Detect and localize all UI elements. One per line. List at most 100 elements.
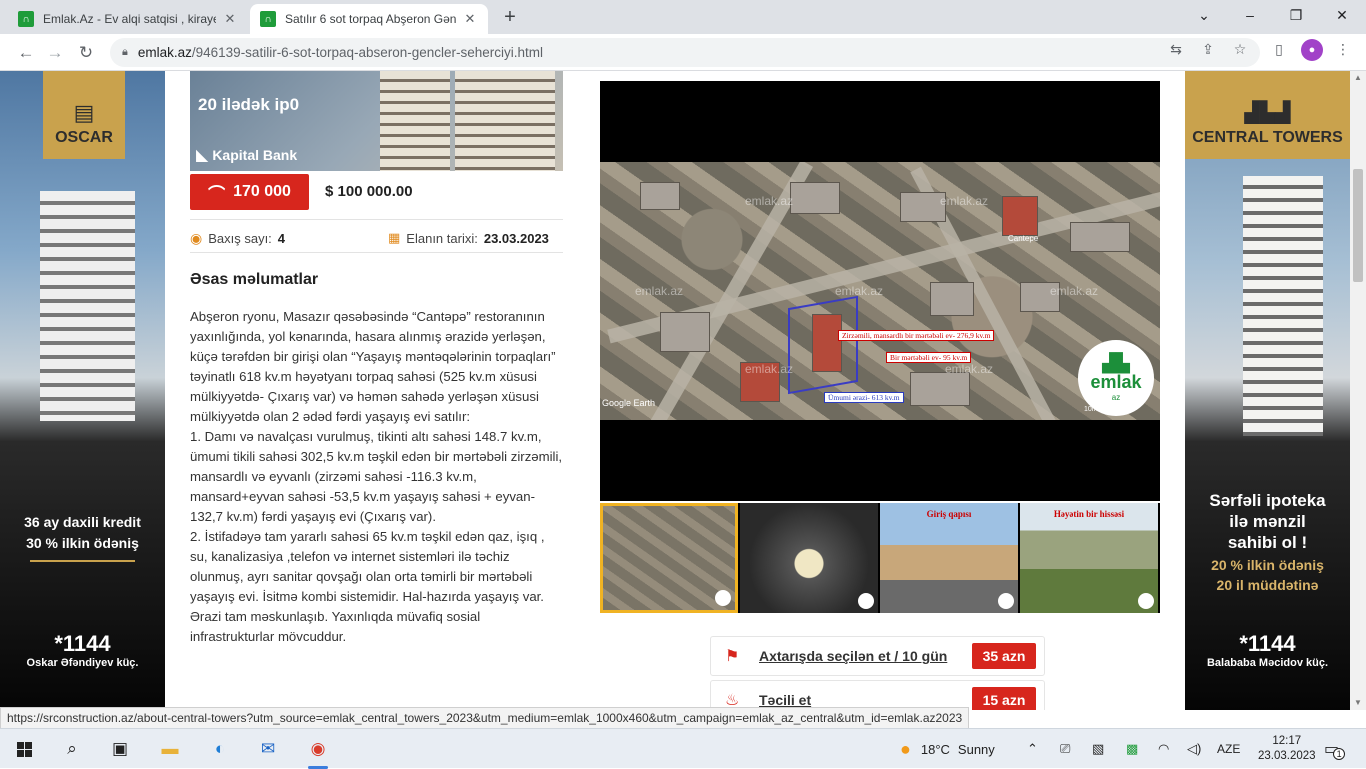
wifi-icon[interactable]: ◠: [1158, 729, 1169, 769]
banner-building: [455, 71, 555, 171]
right-ad-banner[interactable]: ▟▙▟ CENTRAL TOWERS Sərfəli ipoteka ilə m…: [1185, 71, 1350, 710]
share-icon[interactable]: ⇪: [1198, 39, 1218, 59]
promo-featured-price[interactable]: 35 azn: [972, 643, 1036, 669]
weather-temp: 18°C: [920, 741, 950, 757]
clock-date: 23.03.2023: [1258, 750, 1316, 762]
kapital-bank-banner[interactable]: 20 ilədək ip0 ◣ Kapital Bank: [190, 71, 563, 171]
emlak-logo: ▟▙ emlak az: [1078, 340, 1154, 416]
promo-urgent-row[interactable]: ♨ Təcili et 15 azn: [710, 680, 1045, 710]
security-icon[interactable]: ▩: [1126, 729, 1138, 769]
watermark: emlak.az: [940, 194, 989, 208]
clock[interactable]: 12:17 23.03.2023: [1258, 729, 1316, 769]
azn-currency-icon: ⌒: [208, 184, 226, 204]
tab-title: Emlak.Az - Ev alqi satqisi , kiraye: [43, 12, 216, 26]
tab-emlak-home[interactable]: ∩ Emlak.Az - Ev alqi satqisi , kiraye ✕: [8, 4, 248, 34]
photo-roof: [1070, 222, 1130, 252]
description-paragraph: 2. İstifadəyə tam yararlı sahəsi 65 kv.m…: [190, 529, 545, 604]
photo-annotation: Ümumi ərazi- 613 kv.m: [824, 392, 904, 403]
price-azn: 170 000: [233, 183, 291, 200]
banner-headline: 20 ilədək ip0: [198, 95, 300, 114]
left-ad-banner[interactable]: ▤ OSCAR 36 ay daxili kredit 30 % ilkin ö…: [0, 71, 165, 710]
promo-urgent-link[interactable]: Təcili et: [759, 692, 972, 708]
description-paragraph: Abşeron ryonu, Masazır qəsəbəsində “Cant…: [190, 309, 556, 424]
ad-text-line: sahibi ol !: [1227, 533, 1308, 552]
emlak-mini-logo-icon: [858, 593, 874, 609]
bookmark-star-icon[interactable]: ☆: [1230, 39, 1250, 59]
bank-logo-icon: ◣: [196, 147, 209, 164]
listing-description: Abşeron ryonu, Masazır qəsəbəsində “Cant…: [190, 307, 565, 647]
thumbnail-aerial[interactable]: [600, 503, 738, 613]
thumbnail-strip: Giriş qapısı Həyətin bir hissəsi: [600, 503, 1160, 613]
main-photo[interactable]: Zirzəmili, mansardlı bir mərtəbəli ev- 2…: [600, 162, 1160, 420]
back-arrow-icon[interactable]: ←: [13, 40, 39, 66]
edge-browser-icon[interactable]: ◐: [196, 729, 244, 769]
language-indicator[interactable]: AZE: [1217, 729, 1240, 769]
watermark: emlak.az: [745, 194, 794, 208]
emlak-logo-text: emlak: [1090, 372, 1142, 392]
new-tab-button[interactable]: +: [498, 6, 522, 30]
meet-now-icon[interactable]: ⎚: [1060, 729, 1070, 769]
google-earth-label: Google Earth: [602, 398, 656, 408]
emlak-logo-sub: az: [1111, 393, 1121, 402]
windows-start-icon[interactable]: [0, 729, 48, 769]
thumbnail-yard[interactable]: Həyətin bir hissəsi: [1020, 503, 1158, 613]
central-towers-logo: ▟▙▟ CENTRAL TOWERS: [1185, 71, 1350, 159]
place-label: Cantepe: [1008, 234, 1039, 243]
photo-roof: [930, 282, 974, 316]
page-scrollbar[interactable]: ▲ ▼: [1350, 71, 1366, 710]
price-azn-badge[interactable]: ⌒ 170 000: [190, 174, 309, 210]
url-path: /946139-satilir-6-sot-torpaq-abseron-gen…: [191, 45, 544, 60]
scrollbar-thumb[interactable]: [1353, 169, 1363, 282]
reload-icon[interactable]: ↻: [73, 40, 99, 66]
task-view-icon[interactable]: ▣: [96, 729, 144, 769]
promo-featured-link[interactable]: Axtarışda seçilən et / 10 gün: [759, 648, 972, 664]
photo-roof: [640, 182, 680, 210]
forward-arrow-icon[interactable]: →: [42, 40, 68, 66]
address-bar[interactable]: 🔒︎ emlak.az/946139-satilir-6-sot-torpaq-…: [110, 38, 1260, 67]
flag-icon: ⚑: [725, 648, 740, 665]
scroll-down-icon[interactable]: ▼: [1354, 698, 1362, 707]
ad-brand: CENTRAL TOWERS: [1192, 129, 1343, 146]
tray-overflow-icon[interactable]: ⌃: [1027, 729, 1038, 769]
menu-kebab-icon[interactable]: ⋮: [1333, 39, 1353, 59]
tower-image: [1243, 176, 1323, 436]
chrome-icon[interactable]: ◉: [294, 729, 342, 769]
date-value: 23.03.2023: [483, 230, 549, 246]
maximize-button[interactable]: ❐: [1273, 0, 1319, 30]
search-icon[interactable]: ⌕: [48, 729, 96, 769]
photo-roof: [790, 182, 840, 214]
scroll-up-icon[interactable]: ▲: [1354, 73, 1362, 82]
url-host: emlak.az: [137, 45, 192, 60]
close-tab-icon[interactable]: ✕: [222, 11, 238, 27]
thumbnail-entrance[interactable]: Giriş qapısı: [880, 503, 1018, 613]
tab-listing[interactable]: ∩ Satılır 6 sot torpaq Abşeron Gənc ✕: [250, 4, 488, 34]
side-panel-icon[interactable]: ▯: [1269, 39, 1289, 59]
bank-name: Kapital Bank: [212, 147, 298, 163]
emlak-mini-logo-icon: [998, 593, 1014, 609]
profile-avatar[interactable]: ●: [1301, 39, 1323, 61]
capture-icon[interactable]: ▧: [1092, 729, 1104, 769]
promo-featured-row[interactable]: ⚑ Axtarışda seçilən et / 10 gün 35 azn: [710, 636, 1045, 676]
sun-icon: ●: [900, 738, 911, 759]
views-value: 4: [277, 231, 286, 246]
emlak-building-icon: ▟▙: [1102, 353, 1130, 373]
watermark: emlak.az: [835, 284, 884, 298]
volume-icon[interactable]: ◁): [1187, 729, 1201, 769]
tab-title: Satılır 6 sot torpaq Abşeron Gənc: [285, 12, 456, 26]
ad-text-line: 30 % ilkin ödəniş: [26, 535, 139, 551]
close-window-button[interactable]: ✕: [1319, 0, 1365, 30]
mail-icon[interactable]: ✉: [244, 729, 292, 769]
translate-icon[interactable]: ⇆: [1166, 39, 1186, 59]
file-explorer-icon[interactable]: ▬: [146, 729, 194, 769]
promo-urgent-price[interactable]: 15 azn: [972, 687, 1036, 710]
notification-center[interactable]: ▭ 1: [1324, 729, 1346, 769]
close-tab-icon[interactable]: ✕: [462, 11, 478, 27]
minimize-button[interactable]: –: [1227, 0, 1273, 30]
building-logo-icon: ▤: [73, 100, 95, 125]
windows-taskbar: ⌕ ▣ ▬ ◐ ✉ ◉ ● 18°C Sunny ⌃ ⎚ ▧ ▩ ◠ ◁) AZ…: [0, 728, 1366, 769]
tab-search-button[interactable]: ⌄: [1181, 0, 1227, 30]
browser-tab-strip: ∩ Emlak.Az - Ev alqi satqisi , kiraye ✕ …: [0, 0, 1366, 34]
watermark: emlak.az: [745, 362, 794, 376]
weather-widget[interactable]: ● 18°C Sunny: [900, 729, 995, 769]
thumbnail-garage[interactable]: [740, 503, 878, 613]
